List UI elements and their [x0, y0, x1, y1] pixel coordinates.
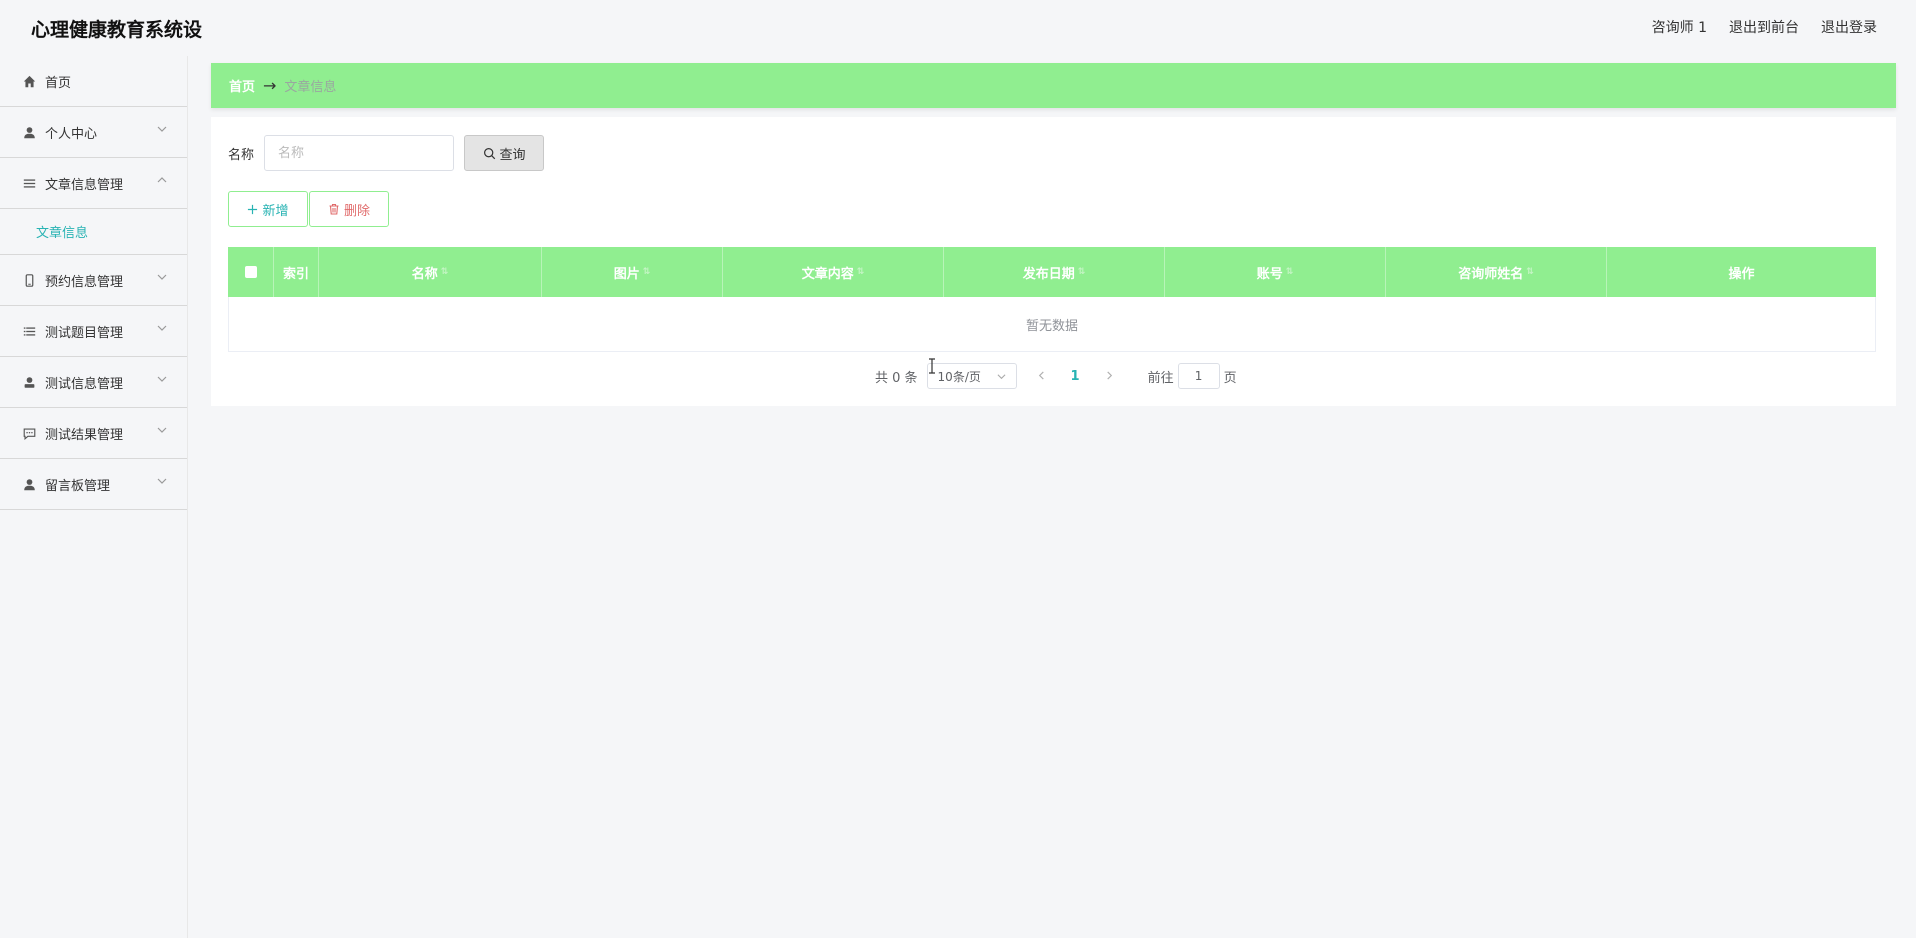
search-row: 名称 查询 — [228, 135, 545, 171]
query-button-label: 查询 — [499, 147, 526, 163]
chevron-down-icon — [157, 126, 167, 132]
current-user-label[interactable]: 咨询师 1 — [1652, 17, 1707, 37]
page-number-current[interactable]: 1 — [1071, 369, 1080, 384]
search-icon — [483, 147, 495, 159]
phone-icon — [22, 273, 36, 287]
list-icon — [22, 324, 36, 338]
sidebar: 首页 个人中心 文章信息管理 文章信息 预约信息管理 测试题目管理 测试信息管理… — [0, 56, 188, 938]
column-header-actions: 操作 — [1728, 266, 1755, 282]
prev-page-button[interactable] — [1037, 369, 1046, 384]
add-button[interactable]: 新增 — [228, 191, 308, 227]
sort-icon[interactable]: ⇅ — [643, 267, 651, 277]
chevron-down-icon — [997, 373, 1006, 379]
sidebar-item-test-question-management[interactable]: 测试题目管理 — [0, 306, 187, 357]
chevron-down-icon — [157, 427, 167, 433]
column-header-index: 索引 — [274, 247, 319, 297]
search-input[interactable] — [264, 135, 455, 171]
sidebar-item-label: 留言板管理 — [45, 478, 111, 494]
sidebar-item-article-management[interactable]: 文章信息管理 — [0, 158, 187, 209]
exit-to-front-link[interactable]: 退出到前台 — [1729, 17, 1799, 37]
breadcrumb-arrow-icon: → — [263, 76, 277, 95]
list-icon — [22, 176, 36, 190]
next-page-button[interactable] — [1105, 369, 1114, 384]
sidebar-item-label: 文章信息管理 — [45, 177, 124, 193]
query-button[interactable]: 查询 — [464, 135, 545, 171]
chevron-down-icon — [157, 478, 167, 484]
pagination-total: 共 0 条 — [875, 370, 918, 386]
chevron-up-icon — [157, 177, 167, 183]
header-actions: 咨询师 1 退出到前台 退出登录 — [1652, 17, 1877, 37]
sidebar-item-home[interactable]: 首页 — [0, 56, 187, 107]
column-header-name[interactable]: 名称 ⇅ — [319, 247, 542, 297]
chevron-down-icon — [157, 274, 167, 280]
article-table: 索引 名称 ⇅ 图片 ⇅ 文章内容 ⇅ 发布日期 ⇅ 账号 ⇅ 咨询师姓名 ⇅ 操作 暂无数… — [228, 247, 1876, 352]
delete-button-label: 删除 — [343, 203, 370, 219]
home-icon — [22, 74, 36, 88]
column-header-account[interactable]: 账号 ⇅ — [1165, 247, 1386, 297]
sidebar-subitem-label: 文章信息 — [36, 226, 89, 241]
sidebar-item-label: 预约信息管理 — [45, 274, 124, 290]
plus-icon — [248, 204, 258, 214]
table-header: 索引 名称 ⇅ 图片 ⇅ 文章内容 ⇅ 发布日期 ⇅ 账号 ⇅ 咨询师姓名 ⇅ 操作 — [228, 247, 1876, 297]
sidebar-item-personal-center[interactable]: 个人中心 — [0, 107, 187, 158]
sort-icon[interactable]: ⇅ — [1526, 267, 1534, 277]
chat-icon — [22, 426, 36, 440]
column-header-publish-date[interactable]: 发布日期 ⇅ — [944, 247, 1165, 297]
sidebar-item-label: 测试题目管理 — [45, 325, 124, 341]
app-title: 心理健康教育系统设 — [31, 19, 203, 41]
sort-icon[interactable]: ⇅ — [1078, 267, 1086, 277]
goto-page-input[interactable] — [1177, 363, 1220, 389]
chevron-right-icon — [1106, 370, 1112, 380]
table-empty-state: 暂无数据 — [228, 297, 1876, 352]
chevron-down-icon — [157, 325, 167, 331]
action-row: 新增 删除 — [228, 191, 389, 227]
page-size-select[interactable]: 10条/页 — [926, 363, 1017, 389]
breadcrumb-home-link[interactable]: 首页 — [229, 76, 255, 95]
page-size-value: 10条/页 — [937, 369, 981, 384]
sort-icon[interactable]: ⇅ — [441, 267, 449, 277]
sidebar-item-label: 测试结果管理 — [45, 427, 124, 443]
goto-label: 前往 — [1147, 370, 1174, 386]
sidebar-item-label: 测试信息管理 — [45, 376, 124, 392]
column-header-counselor-name[interactable]: 咨询师姓名 ⇅ — [1386, 247, 1607, 297]
user-icon — [22, 477, 36, 491]
text-cursor-icon — [929, 358, 935, 374]
main-content: 名称 查询 新增 删除 索引 名称⇅ 图片⇅ 文章内容⇅ 发布日期⇅ 账号⇅ 咨… — [211, 117, 1896, 406]
page-suffix-label: 页 — [1223, 370, 1237, 386]
select-all-checkbox[interactable] — [228, 247, 274, 297]
sidebar-item-test-result-management[interactable]: 测试结果管理 — [0, 408, 187, 459]
trash-icon — [329, 203, 339, 215]
user-icon — [22, 125, 36, 139]
sidebar-item-label: 首页 — [45, 75, 72, 91]
logout-link[interactable]: 退出登录 — [1821, 17, 1877, 37]
sort-icon[interactable]: ⇅ — [1286, 267, 1294, 277]
user-icon — [22, 375, 36, 389]
sidebar-subitem-article-info[interactable]: 文章信息 — [0, 209, 187, 255]
delete-button[interactable]: 删除 — [309, 191, 389, 227]
column-header-image[interactable]: 图片 ⇅ — [542, 247, 723, 297]
sidebar-item-appointment-management[interactable]: 预约信息管理 — [0, 255, 187, 306]
breadcrumb: 首页 → 文章信息 — [211, 63, 1896, 108]
chevron-down-icon — [157, 376, 167, 382]
sort-icon[interactable]: ⇅ — [857, 267, 865, 277]
sidebar-item-message-board-management[interactable]: 留言板管理 — [0, 459, 187, 510]
chevron-left-icon — [1038, 370, 1044, 380]
sidebar-item-test-info-management[interactable]: 测试信息管理 — [0, 357, 187, 408]
sidebar-item-label: 个人中心 — [45, 126, 98, 142]
top-header: 心理健康教育系统设 咨询师 1 退出到前台 退出登录 — [0, 0, 1916, 56]
column-header-content[interactable]: 文章内容 ⇅ — [723, 247, 944, 297]
add-button-label: 新增 — [262, 203, 289, 219]
breadcrumb-current: 文章信息 — [284, 80, 337, 95]
search-label: 名称 — [228, 147, 255, 163]
